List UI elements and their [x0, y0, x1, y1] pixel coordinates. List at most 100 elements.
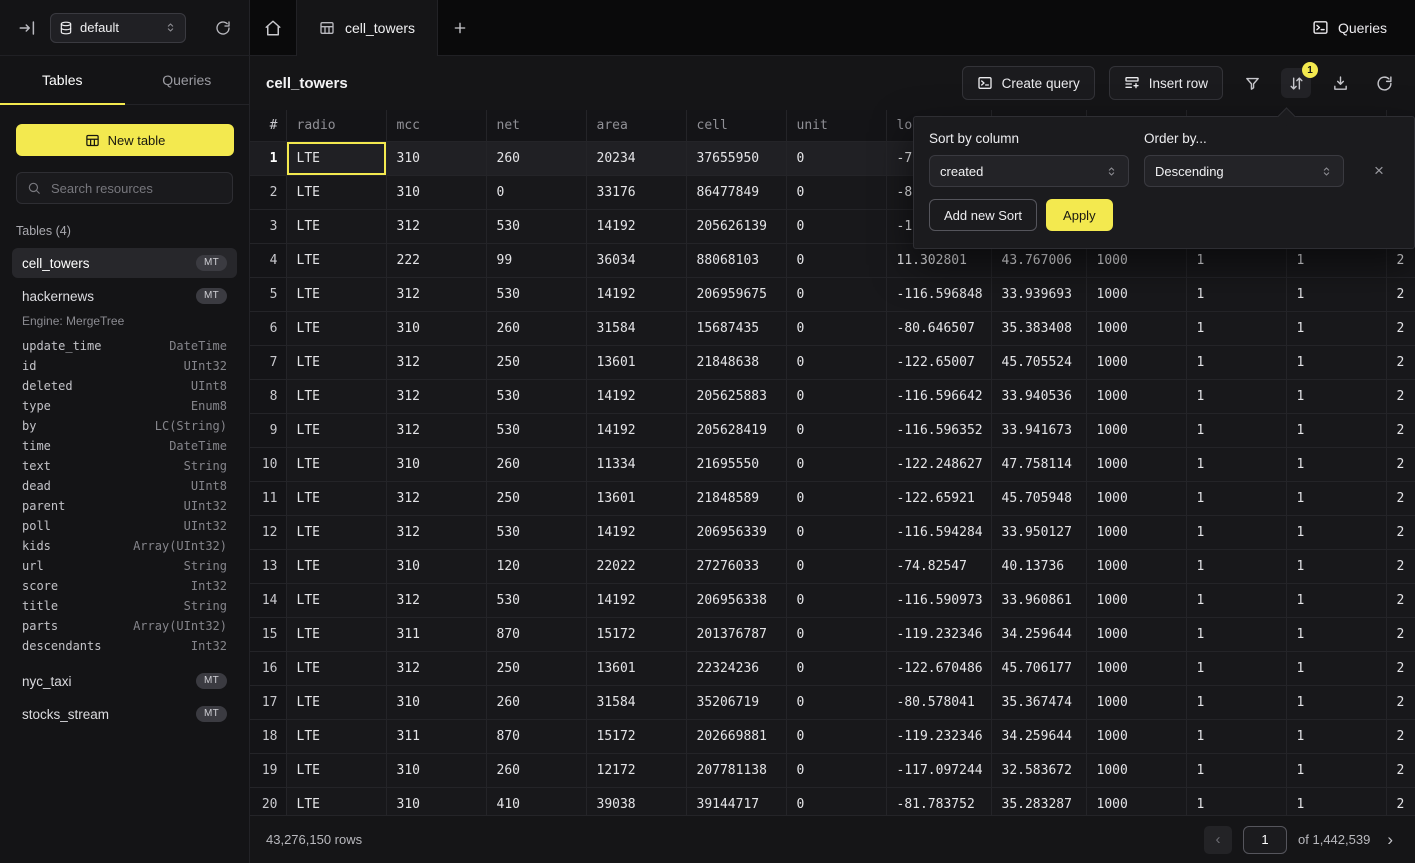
cell[interactable]: -74.82547 — [886, 550, 991, 584]
cell[interactable]: 1 — [1286, 414, 1386, 448]
home-button[interactable] — [250, 0, 296, 56]
cell[interactable]: 530 — [486, 380, 586, 414]
sidebar-refresh-button[interactable] — [211, 16, 235, 40]
cell[interactable]: 14192 — [586, 210, 686, 244]
cell[interactable]: 1 — [1186, 652, 1286, 686]
row-number[interactable]: 12 — [250, 516, 286, 550]
cell[interactable]: -80.646507 — [886, 312, 991, 346]
cell[interactable]: 36034 — [586, 244, 686, 278]
row-number[interactable]: 3 — [250, 210, 286, 244]
cell[interactable]: 1 — [1286, 312, 1386, 346]
cell[interactable]: 870 — [486, 720, 586, 754]
sidebar-tab-tables[interactable]: Tables — [0, 56, 125, 104]
cell[interactable]: 0 — [786, 550, 886, 584]
cell[interactable]: 33.950127 — [991, 516, 1086, 550]
queries-button[interactable]: Queries — [1306, 18, 1393, 37]
search-input[interactable] — [49, 180, 229, 197]
cell[interactable]: 2 — [1386, 618, 1415, 652]
cell[interactable]: 530 — [486, 414, 586, 448]
cell[interactable]: 2 — [1386, 312, 1415, 346]
row-number[interactable]: 7 — [250, 346, 286, 380]
row-number[interactable]: 4 — [250, 244, 286, 278]
cell[interactable]: 250 — [486, 652, 586, 686]
cell[interactable]: 45.706177 — [991, 652, 1086, 686]
cell[interactable]: -119.232346 — [886, 720, 991, 754]
cell[interactable]: 34.259644 — [991, 720, 1086, 754]
cell[interactable]: 33.940536 — [991, 380, 1086, 414]
row-number[interactable]: 14 — [250, 584, 286, 618]
cell[interactable]: 22022 — [586, 550, 686, 584]
cell[interactable]: 250 — [486, 482, 586, 516]
column-header-unit[interactable]: unit — [786, 110, 886, 142]
cell[interactable]: 1000 — [1086, 584, 1186, 618]
sidebar-table-stocks_stream[interactable]: stocks_streamMT — [12, 699, 237, 729]
cell[interactable]: LTE — [286, 278, 386, 312]
tab-cell-towers[interactable]: cell_towers — [296, 0, 438, 56]
cell[interactable]: 13601 — [586, 482, 686, 516]
cell[interactable]: LTE — [286, 550, 386, 584]
cell[interactable]: 2 — [1386, 686, 1415, 720]
cell[interactable]: 0 — [786, 720, 886, 754]
cell[interactable]: 1 — [1186, 788, 1286, 816]
cell[interactable]: 1 — [1286, 482, 1386, 516]
cell[interactable]: 2 — [1386, 550, 1415, 584]
cell[interactable]: LTE — [286, 618, 386, 652]
cell[interactable]: 1000 — [1086, 652, 1186, 686]
cell[interactable]: 1 — [1286, 516, 1386, 550]
cell[interactable]: 35206719 — [686, 686, 786, 720]
cell[interactable]: 310 — [386, 550, 486, 584]
cell[interactable]: 21848638 — [686, 346, 786, 380]
cell[interactable]: 14192 — [586, 516, 686, 550]
cell[interactable]: 0 — [786, 312, 886, 346]
cell[interactable]: 33.960861 — [991, 584, 1086, 618]
cell[interactable]: 205628419 — [686, 414, 786, 448]
cell[interactable]: 1 — [1286, 754, 1386, 788]
cell[interactable]: LTE — [286, 380, 386, 414]
cell[interactable]: 310 — [386, 686, 486, 720]
cell[interactable]: 207781138 — [686, 754, 786, 788]
cell[interactable]: 2 — [1386, 448, 1415, 482]
cell[interactable]: 0 — [786, 414, 886, 448]
cell[interactable]: 1 — [1186, 720, 1286, 754]
cell[interactable]: 1 — [1186, 482, 1286, 516]
cell[interactable]: 27276033 — [686, 550, 786, 584]
cell[interactable]: 0 — [786, 278, 886, 312]
cell[interactable]: LTE — [286, 686, 386, 720]
cell[interactable]: 1 — [1286, 278, 1386, 312]
remove-sort-button[interactable]: × — [1372, 160, 1386, 181]
database-selector[interactable]: default — [50, 13, 186, 43]
cell[interactable]: 0 — [786, 584, 886, 618]
cell[interactable]: LTE — [286, 584, 386, 618]
cell[interactable]: -119.232346 — [886, 618, 991, 652]
cell[interactable]: 12172 — [586, 754, 686, 788]
cell[interactable]: 310 — [386, 754, 486, 788]
cell[interactable]: 1 — [1286, 584, 1386, 618]
cell[interactable]: 1000 — [1086, 516, 1186, 550]
cell[interactable]: 39144717 — [686, 788, 786, 816]
column-header-net[interactable]: net — [486, 110, 586, 142]
cell[interactable]: -81.783752 — [886, 788, 991, 816]
cell[interactable]: 35.283287 — [991, 788, 1086, 816]
row-number[interactable]: 8 — [250, 380, 286, 414]
cell[interactable]: 2 — [1386, 516, 1415, 550]
cell[interactable]: 0 — [786, 244, 886, 278]
cell[interactable]: 310 — [386, 448, 486, 482]
cell[interactable]: 1000 — [1086, 550, 1186, 584]
row-number[interactable]: 17 — [250, 686, 286, 720]
cell[interactable]: 34.259644 — [991, 618, 1086, 652]
cell[interactable]: 1000 — [1086, 788, 1186, 816]
cell[interactable]: -122.65007 — [886, 346, 991, 380]
cell[interactable]: 15172 — [586, 618, 686, 652]
cell[interactable]: 0 — [786, 754, 886, 788]
cell[interactable]: 14192 — [586, 414, 686, 448]
cell[interactable]: 22324236 — [686, 652, 786, 686]
cell[interactable]: LTE — [286, 414, 386, 448]
cell[interactable]: 1 — [1286, 686, 1386, 720]
cell[interactable]: 260 — [486, 142, 586, 176]
cell[interactable]: 99 — [486, 244, 586, 278]
cell[interactable]: 311 — [386, 618, 486, 652]
cell[interactable]: -122.65921 — [886, 482, 991, 516]
cell[interactable]: -116.590973 — [886, 584, 991, 618]
cell[interactable]: 201376787 — [686, 618, 786, 652]
cell[interactable]: LTE — [286, 312, 386, 346]
